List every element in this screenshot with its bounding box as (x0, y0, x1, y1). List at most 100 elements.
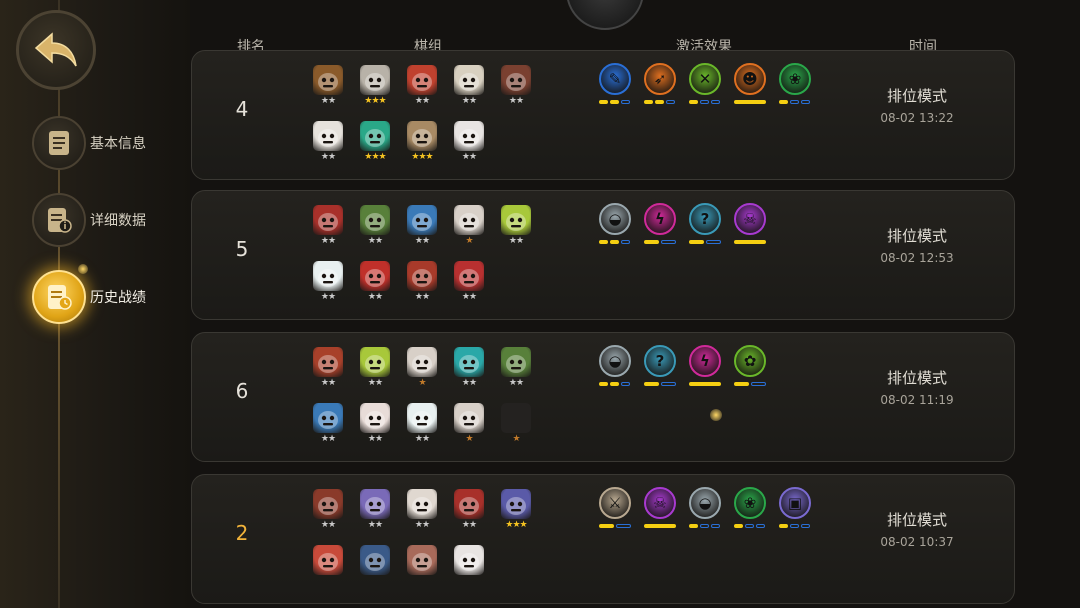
synergy-badge[interactable]: ϟ (689, 345, 725, 389)
synergy-badge[interactable]: ϟ (644, 203, 680, 247)
chess-piece[interactable]: ★★★ (357, 65, 393, 113)
chess-piece[interactable]: ★★ (357, 489, 393, 537)
demon-icon: ☠ (644, 487, 676, 519)
chess-piece[interactable]: ★ (451, 403, 487, 451)
chess-piece[interactable]: ★★ (310, 205, 346, 253)
synergy-level-bar (689, 382, 721, 387)
piece-portrait-icon (313, 261, 343, 291)
chess-piece[interactable]: ★★ (498, 205, 534, 253)
synergy-badge[interactable]: ✎ (599, 63, 635, 107)
synergy-badge[interactable]: ☠ (734, 203, 770, 247)
synergy-badge[interactable]: ⚔ (599, 487, 635, 531)
match-row[interactable]: 6 ★★ ★★ ★ ★★ ★★ ★★ ★★ ★★ ★ ★ ◒? ϟ ✿ 排位模式 08-02 11:19 (191, 332, 1015, 462)
synergy-badge[interactable]: ➶ (644, 63, 680, 107)
synergy-badge[interactable]: ? (644, 345, 680, 389)
chess-piece[interactable]: ★★ (310, 347, 346, 395)
star-rating: ★★ (414, 292, 430, 302)
chess-piece[interactable]: ★★ (404, 403, 440, 451)
match-rank: 4 (235, 97, 249, 121)
feather-icon: ✎ (599, 63, 631, 95)
chess-piece[interactable]: ★★ (451, 347, 487, 395)
synergy-level-bar (599, 100, 630, 105)
synergy-badge[interactable]: ◒ (599, 345, 635, 389)
chess-piece[interactable]: ★★ (451, 65, 487, 113)
piece-portrait-icon (360, 121, 390, 151)
piece-portrait-icon (313, 205, 343, 235)
chess-piece[interactable] (404, 545, 440, 593)
chess-piece[interactable]: ★★ (404, 205, 440, 253)
chess-piece[interactable]: ★★ (404, 65, 440, 113)
piece-portrait-icon (407, 65, 437, 95)
chess-piece[interactable]: ★★★ (498, 489, 534, 537)
star-rating: ★ (465, 434, 473, 444)
star-rating: ★★ (367, 292, 383, 302)
chess-piece[interactable]: ★★ (357, 403, 393, 451)
synergy-badge[interactable]: ▣ (779, 487, 815, 531)
chess-piece[interactable]: ★★★ (357, 121, 393, 169)
synergy-badge[interactable]: ✿ (734, 345, 770, 389)
chess-piece[interactable]: ★★ (357, 205, 393, 253)
chess-piece[interactable]: ★★★ (404, 121, 440, 169)
axe-icon: ⚔ (599, 487, 631, 519)
synergy-badge[interactable]: ◒ (689, 487, 725, 531)
piece-portrait-icon (407, 403, 437, 433)
star-rating: ★★ (367, 434, 383, 444)
piece-portrait-icon (360, 205, 390, 235)
chess-piece[interactable]: ★ (451, 205, 487, 253)
match-row[interactable]: 5 ★★ ★★ ★★ ★ ★★ ★★ ★★ ★★ ★★ ◒ ϟ? ☠ 排位模式 08-02 12:53 (191, 190, 1015, 320)
match-row[interactable]: 4 ★★ ★★★ ★★ ★★ ★★ ★★ ★★★ ★★★ ★★ ✎ ➶ ✕ ☻ ❀ 排位模式 08-02 13:… (191, 50, 1015, 180)
chess-piece[interactable]: ★★ (498, 347, 534, 395)
synergy-badge[interactable]: ❀ (779, 63, 815, 107)
chess-piece[interactable]: ★★ (451, 261, 487, 309)
nav-item-basic-info[interactable]: 基本信息 (32, 116, 182, 172)
back-arrow-icon (34, 32, 77, 67)
synergy-badge[interactable]: ? (689, 203, 725, 247)
chess-piece[interactable]: ★★ (498, 65, 534, 113)
back-button[interactable] (16, 10, 96, 90)
history-clock-icon (32, 270, 86, 324)
chess-piece[interactable]: ★★ (404, 261, 440, 309)
star-rating: ★★ (508, 96, 524, 106)
synergy-level-bar (599, 240, 630, 245)
star-rating: ★★ (320, 434, 336, 444)
chess-piece[interactable]: ★★ (310, 261, 346, 309)
star-rating: ★★ (367, 236, 383, 246)
chess-piece[interactable]: ★★ (310, 121, 346, 169)
synergy-badge[interactable]: ❀ (734, 487, 770, 531)
star-rating: ★★ (367, 520, 383, 530)
chess-piece[interactable]: ★★ (310, 489, 346, 537)
chess-piece[interactable]: ★★ (451, 489, 487, 537)
match-row[interactable]: 2 ★★ ★★ ★★ ★★ ★★★ ⚔ ☠ ◒ ❀ ▣ 排位模式 08-02 10:37 (191, 474, 1015, 604)
synergy-badge[interactable]: ✕ (689, 63, 725, 107)
star-rating: ★★ (508, 236, 524, 246)
nav-item-detailed-data[interactable]: 详细数据 (32, 193, 182, 249)
chess-piece[interactable]: ★★ (451, 121, 487, 169)
chess-piece[interactable]: ★★ (310, 403, 346, 451)
chess-piece[interactable]: ★★ (310, 65, 346, 113)
chess-piece[interactable] (310, 545, 346, 593)
star-rating: ★★ (461, 520, 477, 530)
chess-piece[interactable]: ★★ (357, 347, 393, 395)
star-rating: ★ (465, 236, 473, 246)
chess-piece[interactable]: ★★ (404, 489, 440, 537)
helmet-icon: ◒ (599, 345, 631, 377)
chess-piece[interactable] (357, 545, 393, 593)
chess-piece[interactable]: ★★ (357, 261, 393, 309)
synergy-level-bar (734, 382, 766, 387)
chess-piece[interactable]: ★ (498, 403, 534, 451)
synergy-level-bar (779, 100, 810, 105)
synergy-badge[interactable]: ☠ (644, 487, 680, 531)
game-mode: 排位模式 (886, 87, 947, 105)
match-rank: 6 (235, 379, 249, 403)
chess-piece[interactable] (451, 545, 487, 593)
match-time: 08-02 10:37 (880, 535, 954, 549)
synergy-level-bar (599, 382, 630, 387)
synergy-badge[interactable]: ☻ (734, 63, 770, 107)
nav-item-match-history[interactable]: 历史战绩 (32, 270, 182, 326)
star-rating: ★★ (367, 378, 383, 388)
piece-portrait-icon (407, 205, 437, 235)
nature-icon: ✿ (734, 345, 766, 377)
synergy-badge[interactable]: ◒ (599, 203, 635, 247)
match-time: 08-02 11:19 (880, 393, 954, 407)
chess-piece[interactable]: ★ (404, 347, 440, 395)
